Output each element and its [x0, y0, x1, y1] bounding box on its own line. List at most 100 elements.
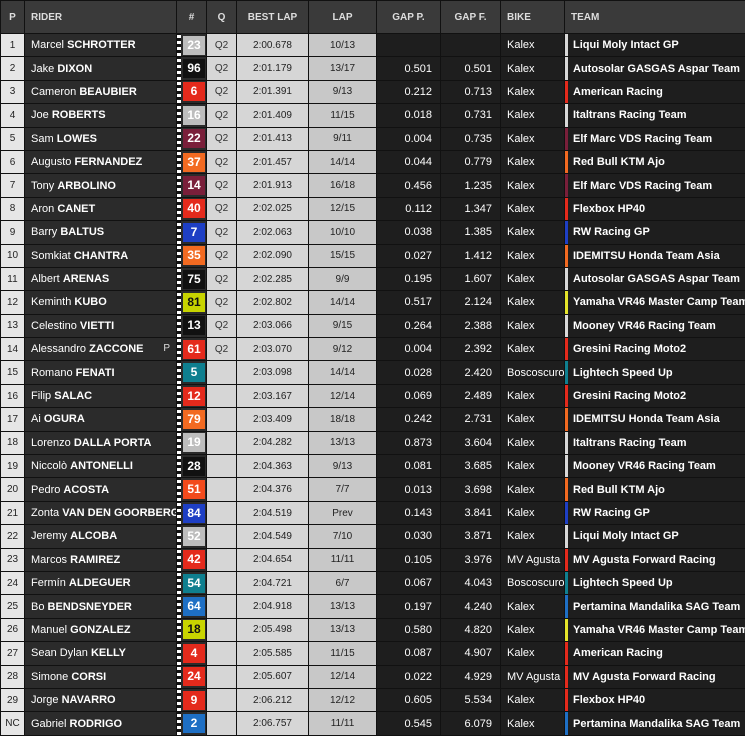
team-cell[interactable]: MV Agusta Forward Racing	[565, 548, 745, 571]
col-header-rider[interactable]: RIDER	[25, 1, 177, 34]
rider-cell[interactable]: Filip SALAC	[25, 384, 177, 407]
rider-cell[interactable]: Sam LOWES	[25, 127, 177, 150]
team-cell[interactable]: Red Bull KTM Ajo	[565, 150, 745, 173]
col-header-best-lap[interactable]: BEST LAP	[237, 1, 309, 34]
table-row[interactable]: 2Jake DIXON96Q22:01.17913/170.5010.501Ka…	[1, 57, 745, 80]
rider-cell[interactable]: Ai OGURA	[25, 408, 177, 431]
table-row[interactable]: 10Somkiat CHANTRA35Q22:02.09015/150.0271…	[1, 244, 745, 267]
table-row[interactable]: 20Pedro ACOSTA512:04.3767/70.0133.698Kal…	[1, 478, 745, 501]
rider-cell[interactable]: Barry BALTUS	[25, 221, 177, 244]
team-cell[interactable]: Mooney VR46 Racing Team	[565, 314, 745, 337]
team-cell[interactable]: Flexbox HP40	[565, 197, 745, 220]
rider-cell[interactable]: Jorge NAVARRO	[25, 688, 177, 711]
rider-cell[interactable]: Manuel GONZALEZ	[25, 618, 177, 641]
table-row[interactable]: 25Bo BENDSNEYDER642:04.91813/130.1974.24…	[1, 595, 745, 618]
rider-cell[interactable]: Keminth KUBO	[25, 291, 177, 314]
team-cell[interactable]: Elf Marc VDS Racing Team	[565, 174, 745, 197]
table-row[interactable]: 3Cameron BEAUBIER6Q22:01.3919/130.2120.7…	[1, 80, 745, 103]
team-cell[interactable]: Italtrans Racing Team	[565, 104, 745, 127]
team-cell[interactable]: Autosolar GASGAS Aspar Team	[565, 267, 745, 290]
team-cell[interactable]: Gresini Racing Moto2	[565, 338, 745, 361]
table-row[interactable]: 19Niccolò ANTONELLI282:04.3639/130.0813.…	[1, 455, 745, 478]
team-cell[interactable]: IDEMITSU Honda Team Asia	[565, 244, 745, 267]
table-row[interactable]: 15Romano FENATI52:03.09814/140.0282.420B…	[1, 361, 745, 384]
team-cell[interactable]: Gresini Racing Moto2	[565, 384, 745, 407]
table-row[interactable]: 16Filip SALAC122:03.16712/140.0692.489Ka…	[1, 384, 745, 407]
table-row[interactable]: 17Ai OGURA792:03.40918/180.2422.731Kalex…	[1, 408, 745, 431]
rider-cell[interactable]: Cameron BEAUBIER	[25, 80, 177, 103]
team-cell[interactable]: IDEMITSU Honda Team Asia	[565, 408, 745, 431]
rider-cell[interactable]: Pedro ACOSTA	[25, 478, 177, 501]
table-row[interactable]: 1Marcel SCHROTTER23Q22:00.67810/13KalexL…	[1, 34, 745, 57]
table-row[interactable]: 29Jorge NAVARRO92:06.21212/120.6055.534K…	[1, 688, 745, 711]
table-row[interactable]: 5Sam LOWES22Q22:01.4139/110.0040.735Kale…	[1, 127, 745, 150]
table-row[interactable]: 22Jeremy ALCOBA522:04.5497/100.0303.871K…	[1, 525, 745, 548]
rider-cell[interactable]: Niccolò ANTONELLI	[25, 455, 177, 478]
team-cell[interactable]: RW Racing GP	[565, 501, 745, 524]
team-cell[interactable]: Liqui Moly Intact GP	[565, 525, 745, 548]
rider-cell[interactable]: Sean Dylan KELLY	[25, 642, 177, 665]
team-cell[interactable]: Liqui Moly Intact GP	[565, 34, 745, 57]
table-row[interactable]: 9Barry BALTUS7Q22:02.06310/100.0381.385K…	[1, 221, 745, 244]
table-row[interactable]: 28Simone CORSI242:05.60712/140.0224.929M…	[1, 665, 745, 688]
rider-cell[interactable]: Augusto FERNANDEZ	[25, 150, 177, 173]
col-header-gap-f[interactable]: GAP F.	[441, 1, 501, 34]
table-row[interactable]: 24Fermín ALDEGUER542:04.7216/70.0674.043…	[1, 571, 745, 594]
rider-cell[interactable]: Celestino VIETTI	[25, 314, 177, 337]
rider-cell[interactable]: Tony ARBOLINO	[25, 174, 177, 197]
table-row[interactable]: 26Manuel GONZALEZ182:05.49813/130.5804.8…	[1, 618, 745, 641]
rider-cell[interactable]: Jake DIXON	[25, 57, 177, 80]
rider-cell[interactable]: Romano FENATI	[25, 361, 177, 384]
rider-cell[interactable]: Zonta VAN DEN GOORBERGH	[25, 501, 177, 524]
team-cell[interactable]: Pertamina Mandalika SAG Team	[565, 595, 745, 618]
team-cell[interactable]: RW Racing GP	[565, 221, 745, 244]
col-header-q[interactable]: Q	[207, 1, 237, 34]
rider-cell[interactable]: Lorenzo DALLA PORTA	[25, 431, 177, 454]
table-row[interactable]: 4Joe ROBERTS16Q22:01.40911/150.0180.731K…	[1, 104, 745, 127]
team-cell[interactable]: Red Bull KTM Ajo	[565, 478, 745, 501]
team-cell[interactable]: Lightech Speed Up	[565, 361, 745, 384]
table-row[interactable]: 23Marcos RAMIREZ422:04.65411/110.1053.97…	[1, 548, 745, 571]
col-header-pos[interactable]: P	[1, 1, 25, 34]
rider-cell[interactable]: Simone CORSI	[25, 665, 177, 688]
rider-cell[interactable]: Albert ARENAS	[25, 267, 177, 290]
rider-cell[interactable]: Marcos RAMIREZ	[25, 548, 177, 571]
team-cell[interactable]: Elf Marc VDS Racing Team	[565, 127, 745, 150]
team-cell[interactable]: Autosolar GASGAS Aspar Team	[565, 57, 745, 80]
team-cell[interactable]: Mooney VR46 Racing Team	[565, 455, 745, 478]
rider-cell[interactable]: Somkiat CHANTRA	[25, 244, 177, 267]
rider-cell[interactable]: Fermín ALDEGUER	[25, 571, 177, 594]
col-header-bike[interactable]: BIKE	[501, 1, 565, 34]
col-header-gap-p[interactable]: GAP P.	[377, 1, 441, 34]
table-row[interactable]: 7Tony ARBOLINO14Q22:01.91316/180.4561.23…	[1, 174, 745, 197]
table-row[interactable]: 8Aron CANET40Q22:02.02512/150.1121.347Ka…	[1, 197, 745, 220]
team-cell[interactable]: Pertamina Mandalika SAG Team	[565, 712, 745, 735]
table-row[interactable]: 27Sean Dylan KELLY42:05.58511/150.0874.9…	[1, 642, 745, 665]
team-cell[interactable]: MV Agusta Forward Racing	[565, 665, 745, 688]
col-header-lap[interactable]: LAP	[309, 1, 377, 34]
rider-cell[interactable]: Aron CANET	[25, 197, 177, 220]
rider-cell[interactable]: Alessandro ZACCONEP	[25, 338, 177, 361]
table-row[interactable]: 14Alessandro ZACCONEP61Q22:03.0709/120.0…	[1, 338, 745, 361]
team-cell[interactable]: Italtrans Racing Team	[565, 431, 745, 454]
team-cell[interactable]: Yamaha VR46 Master Camp Team	[565, 618, 745, 641]
table-row[interactable]: 13Celestino VIETTI13Q22:03.0669/150.2642…	[1, 314, 745, 337]
table-row[interactable]: NCGabriel RODRIGO22:06.75711/110.5456.07…	[1, 712, 745, 735]
col-header-number[interactable]: #	[177, 1, 207, 34]
rider-cell[interactable]: Joe ROBERTS	[25, 104, 177, 127]
table-row[interactable]: 11Albert ARENAS75Q22:02.2859/90.1951.607…	[1, 267, 745, 290]
team-cell[interactable]: American Racing	[565, 642, 745, 665]
team-cell[interactable]: Lightech Speed Up	[565, 571, 745, 594]
table-row[interactable]: 21Zonta VAN DEN GOORBERGH842:04.519Prev0…	[1, 501, 745, 524]
rider-cell[interactable]: Marcel SCHROTTER	[25, 34, 177, 57]
rider-cell[interactable]: Jeremy ALCOBA	[25, 525, 177, 548]
table-row[interactable]: 6Augusto FERNANDEZ37Q22:01.45714/140.044…	[1, 150, 745, 173]
col-header-team[interactable]: TEAM	[565, 1, 745, 34]
rider-cell[interactable]: Bo BENDSNEYDER	[25, 595, 177, 618]
table-row[interactable]: 12Keminth KUBO81Q22:02.80214/140.5172.12…	[1, 291, 745, 314]
team-cell[interactable]: Yamaha VR46 Master Camp Team	[565, 291, 745, 314]
rider-cell[interactable]: Gabriel RODRIGO	[25, 712, 177, 735]
team-cell[interactable]: American Racing	[565, 80, 745, 103]
table-row[interactable]: 18Lorenzo DALLA PORTA192:04.28213/130.87…	[1, 431, 745, 454]
team-cell[interactable]: Flexbox HP40	[565, 688, 745, 711]
